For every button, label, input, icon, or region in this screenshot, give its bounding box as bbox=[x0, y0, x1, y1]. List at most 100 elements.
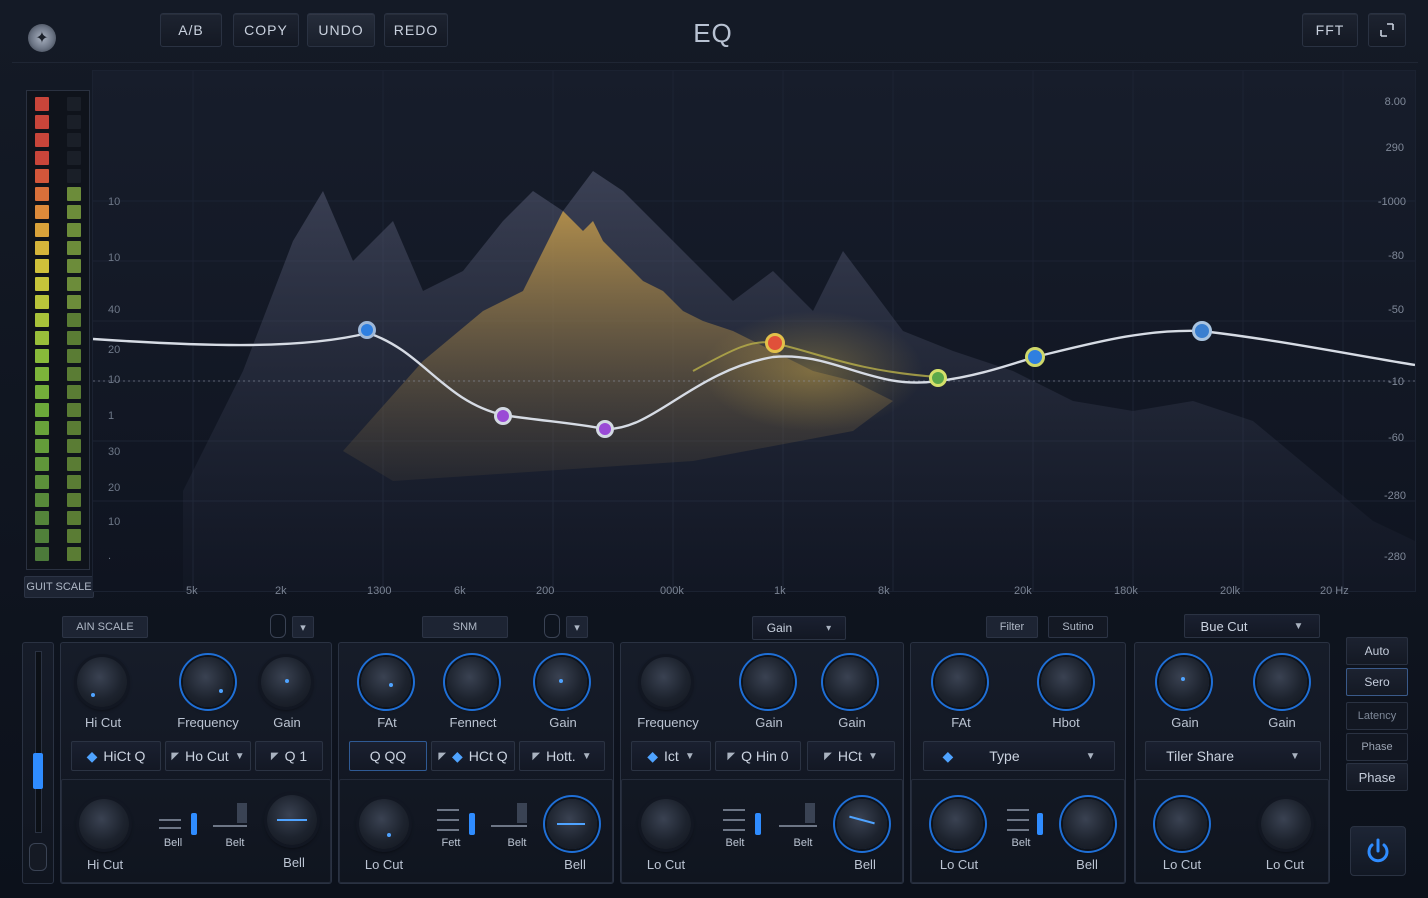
eq-node-5[interactable] bbox=[929, 369, 947, 387]
power-button[interactable] bbox=[1350, 826, 1406, 876]
band5-tiler-select[interactable]: Tiler Share ▼ bbox=[1145, 741, 1321, 771]
meter-segment bbox=[35, 205, 49, 219]
band2-gain-knob[interactable] bbox=[537, 657, 587, 707]
band5-panel: Gain Gain Tiler Share ▼ Lo Cut Lo Cut bbox=[1134, 642, 1330, 884]
meter-segment bbox=[35, 223, 49, 237]
select-label: HiCt Q bbox=[103, 748, 146, 764]
band1-gain-knob[interactable] bbox=[261, 657, 311, 707]
auto-button[interactable]: Auto bbox=[1346, 637, 1408, 665]
band3-fader[interactable] bbox=[755, 813, 761, 835]
freq-axis-label: 180k bbox=[1114, 585, 1138, 597]
eq-node-3[interactable] bbox=[596, 420, 614, 438]
latency-button[interactable]: Latency bbox=[1346, 702, 1408, 730]
redo-button[interactable]: REDO bbox=[384, 13, 448, 47]
output-fader-handle[interactable] bbox=[33, 753, 43, 789]
band4-filter-button[interactable]: Filter bbox=[986, 616, 1038, 638]
band1-select-3[interactable]: ◤ Q 1 bbox=[255, 741, 323, 771]
band4-sutino-button[interactable]: Sutino bbox=[1048, 616, 1108, 638]
band3-fader-2[interactable] bbox=[805, 803, 815, 823]
band3-select-1[interactable]: ◆ Ict ▼ bbox=[631, 741, 711, 771]
band1-header[interactable]: AIN SCALE bbox=[62, 616, 148, 638]
band4-fader[interactable] bbox=[1037, 813, 1043, 835]
band4-type-select[interactable]: ◆ Type ▼ bbox=[923, 741, 1115, 771]
meter-segment bbox=[35, 511, 49, 525]
band1-select-2[interactable]: ◤ Ho Cut ▼ bbox=[165, 741, 251, 771]
meter-segment bbox=[35, 295, 49, 309]
band5-gain-knob-1[interactable] bbox=[1159, 657, 1209, 707]
band5-header-select[interactable]: Bue Cut ▼ bbox=[1184, 614, 1320, 638]
eq-node-1[interactable] bbox=[358, 321, 376, 339]
plugin-logo-icon[interactable]: ✦ bbox=[28, 24, 56, 52]
band2-fader[interactable] bbox=[469, 813, 475, 835]
ab-button[interactable]: A/B bbox=[160, 13, 222, 47]
band3-gain-knob-1[interactable] bbox=[743, 657, 793, 707]
output-toggle[interactable] bbox=[29, 843, 47, 871]
band2-toggle[interactable] bbox=[544, 614, 560, 638]
eq-node-4[interactable] bbox=[765, 333, 785, 353]
eq-node-6[interactable] bbox=[1025, 347, 1045, 367]
band5-lower-knob-1[interactable] bbox=[1157, 799, 1207, 849]
eq-node-7[interactable] bbox=[1192, 321, 1212, 341]
band5-gain-knob-2[interactable] bbox=[1257, 657, 1307, 707]
resize-icon[interactable] bbox=[1368, 13, 1406, 47]
band2-fader-2[interactable] bbox=[517, 803, 527, 823]
band1-lower-knob-2[interactable] bbox=[267, 795, 317, 845]
chevron-icon: ◤ bbox=[727, 750, 736, 762]
band4-lower-label: Bell bbox=[1076, 857, 1098, 872]
sero-button[interactable]: Sero bbox=[1346, 668, 1408, 696]
band4-lower-label: Belt bbox=[1011, 837, 1031, 849]
band4-hbot-knob[interactable] bbox=[1041, 657, 1091, 707]
select-label: Gain bbox=[766, 621, 793, 635]
band1-lower-knob-1[interactable] bbox=[79, 799, 129, 849]
band5-lower-knob-2[interactable] bbox=[1261, 799, 1311, 849]
chevron-icon: ◤ bbox=[532, 750, 541, 762]
band2-select-1[interactable]: Q QQ bbox=[349, 741, 427, 771]
band3-select-2[interactable]: ◤ Q Hin 0 bbox=[715, 741, 801, 771]
output-fader-track[interactable] bbox=[35, 651, 42, 833]
phase-button[interactable]: Phase bbox=[1346, 763, 1408, 791]
band1-frequency-knob[interactable] bbox=[183, 657, 233, 707]
meter-segment bbox=[35, 349, 49, 363]
eq-graph[interactable] bbox=[92, 70, 1416, 592]
band1-slot bbox=[159, 819, 181, 821]
eq-node-2[interactable] bbox=[494, 407, 512, 425]
right-axis-label: -50 bbox=[1388, 304, 1404, 316]
band2-slot bbox=[437, 829, 459, 831]
meter-segment bbox=[35, 421, 49, 435]
meter-segment bbox=[67, 331, 81, 345]
band1-select-1[interactable]: ◆ HiCt Q bbox=[71, 741, 161, 771]
scale-button[interactable]: GUIT SCALE bbox=[24, 576, 94, 598]
band2-select-3[interactable]: ◤ Hott. ▼ bbox=[519, 741, 605, 771]
band1-hicut-knob[interactable] bbox=[77, 657, 127, 707]
copy-button[interactable]: COPY bbox=[233, 13, 299, 47]
phase-toggle[interactable]: Phase bbox=[1346, 733, 1408, 761]
band4-knob-label: FAt bbox=[951, 715, 971, 730]
select-label: Q 1 bbox=[284, 748, 308, 764]
band3-frequency-knob[interactable] bbox=[641, 657, 691, 707]
band2-fat-knob[interactable] bbox=[361, 657, 411, 707]
freq-axis-label: 8k bbox=[878, 585, 890, 597]
band1-fader-2[interactable] bbox=[237, 803, 247, 823]
band1-toggle[interactable] bbox=[270, 614, 286, 638]
undo-button[interactable]: UNDO bbox=[307, 13, 375, 47]
band2-header[interactable]: SNM bbox=[422, 616, 508, 638]
band3-gain-knob-2[interactable] bbox=[825, 657, 875, 707]
band3-lower-knob-1[interactable] bbox=[641, 799, 691, 849]
meter-segment bbox=[35, 475, 49, 489]
band2-lower-knob-2[interactable] bbox=[547, 799, 597, 849]
meter-segment bbox=[67, 277, 81, 291]
band4-lower-knob-2[interactable] bbox=[1063, 799, 1113, 849]
chevron-down-icon: ▼ bbox=[234, 750, 245, 762]
band3-lower-knob-2[interactable] bbox=[837, 799, 887, 849]
band4-fat-knob[interactable] bbox=[935, 657, 985, 707]
chevron-down-icon: ▼ bbox=[1290, 750, 1300, 762]
meter-segment bbox=[35, 385, 49, 399]
band2-select-2[interactable]: ◤ ◆ HCt Q bbox=[431, 741, 515, 771]
band2-fennect-knob[interactable] bbox=[447, 657, 497, 707]
band3-header-select[interactable]: Gain ▾ bbox=[752, 616, 846, 640]
band1-filter-icon[interactable]: ▾ bbox=[292, 616, 314, 638]
band3-select-3[interactable]: ◤ HCt ▼ bbox=[807, 741, 895, 771]
fft-button[interactable]: FFT bbox=[1302, 13, 1358, 47]
band1-fader[interactable] bbox=[191, 813, 197, 835]
band2-filter-icon[interactable]: ▾ bbox=[566, 616, 588, 638]
